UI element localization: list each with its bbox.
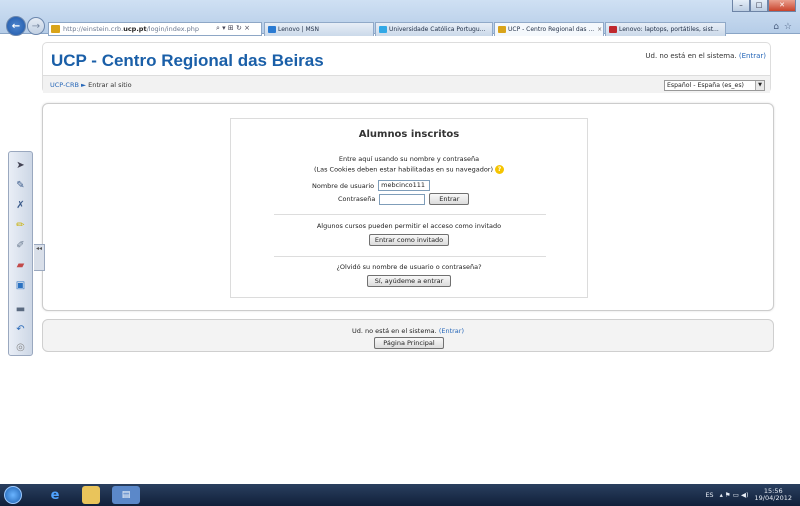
tab-label: Lenovo | MSN [278,26,319,33]
login-intro-line1: Entre aquí usando su nombre y contraseña [338,155,480,163]
tab-lenovo-laptops[interactable]: Lenovo: laptops, portátiles, sist... [605,22,726,36]
breadcrumb-home-link[interactable]: UCP-CRB [50,81,79,89]
help-icon[interactable]: ? [495,165,505,174]
tab-strip: Lenovo | MSN Universidade Católica Portu… [264,22,727,36]
taskbar: e ▤ ES ▴ ⚑ ▭ ◀) 15:56 19/04/2012 [0,484,800,506]
home-icon[interactable]: ⌂ [773,22,779,32]
browser-tools: ⌂ ☆ [773,22,792,32]
login-button[interactable]: Entrar [429,193,470,205]
forward-button[interactable]: → [27,17,45,35]
tab-label: UCP - Centro Regional das ... [508,26,595,33]
language-select[interactable]: Español - España (es_es) ▼ [664,80,765,91]
msn-icon [268,26,276,33]
pen-x-icon[interactable]: ✗ [13,198,28,213]
tab-label: Universidade Católica Portugu... [389,26,486,33]
footer-login-link[interactable]: (Entrar) [439,327,464,335]
password-row: Contraseña Entrar [338,193,470,205]
ucp-icon [379,26,387,33]
site-title[interactable]: UCP - Centro Regional das Beiras [51,51,324,71]
line-icon[interactable]: ▬ [13,302,28,317]
footer-login-info: Ud. no está en el sistema. (Entrar) [43,327,773,335]
maximize-button[interactable]: □ [750,0,768,12]
url-domain: ucp.pt [123,25,147,33]
ie-icon[interactable]: e [41,486,69,504]
highlighter-icon[interactable]: ✏ [13,218,28,233]
moodle-icon [498,26,506,33]
breadcrumb-current: Entrar al sitio [88,81,132,89]
tab-close-icon[interactable]: × [597,23,602,36]
not-logged-text: Ud. no está en el sistema. [645,52,737,60]
eraser-icon[interactable]: ▰ [13,258,28,273]
login-intro-line2: (Las Cookies deben estar habilitadas en … [231,165,587,174]
pen-toolbar-handle[interactable]: ◂◂ [34,244,45,271]
window-controls: – □ ✕ [732,0,796,12]
cursor-icon[interactable]: ➤ [13,158,28,173]
browser-toolbar: – □ ✕ ← → http://einstein.crb. ucp.pt/log… [0,0,800,36]
language-indicator[interactable]: ES [705,491,713,499]
login-title: Alumnos inscritos [358,129,460,140]
guest-text: Algunos cursos pueden permitir el acceso… [316,222,502,230]
chevron-down-icon[interactable]: ▼ [755,81,764,90]
username-field[interactable]: mebcinco111 [378,180,431,191]
favorites-icon[interactable]: ☆ [784,22,792,32]
divider [274,214,546,215]
username-row: Nombre de usuario mebcinco111 [312,180,431,191]
site-favicon-icon [51,25,60,33]
pen-toolbar: ➤ ✎ ✗ ✏ ✐ ▰ ▣ ▬ ↶ ◎ [8,151,33,356]
system-tray: ES ▴ ⚑ ▭ ◀) 15:56 19/04/2012 [705,488,792,502]
tab-label: Lenovo: laptops, portátiles, sist... [619,26,719,33]
password-field[interactable] [379,193,426,205]
footer-not-logged-text: Ud. no está en el sistema. [352,327,437,335]
page-footer: Ud. no está en el sistema. (Entrar) Pági… [42,319,774,352]
url-path: /login/index.php [146,25,200,33]
login-panel: Alumnos inscritos Entre aquí usando su n… [230,118,588,298]
minimize-button[interactable]: – [732,0,750,12]
address-actions[interactable]: ⌕ ▾ ⊞ ↻ × [216,22,250,34]
forgot-text: ¿Olvidó su nombre de usuario o contraseñ… [336,263,482,271]
login-link[interactable]: (Entrar) [739,52,766,60]
forgot-password-button[interactable]: Sí, ayúdeme a entrar [367,275,451,287]
lenovo-icon [609,26,617,33]
tray-icons[interactable]: ▴ ⚑ ▭ ◀) [720,491,749,499]
tab-ucp-crb[interactable]: UCP - Centro Regional das ... × [494,22,604,36]
presentation-icon[interactable]: ▤ [112,486,140,504]
page-header: UCP - Centro Regional das Beiras Ud. no … [42,42,771,93]
breadcrumb-separator-icon: ► [81,81,87,89]
navbar: UCP-CRB ► Entrar al sitio Español - Espa… [43,75,770,93]
clock[interactable]: 15:56 19/04/2012 [755,488,792,502]
login-info: Ud. no está en el sistema. (Entrar) [645,52,766,60]
back-button[interactable]: ← [6,16,26,36]
explorer-icon[interactable] [82,486,100,504]
tab-ucp-portugal[interactable]: Universidade Católica Portugu... [375,22,493,36]
undo-icon[interactable]: ↶ [13,322,28,337]
cookies-note: (Las Cookies deben estar habilitadas en … [313,165,494,174]
close-button[interactable]: ✕ [768,0,796,12]
settings-icon[interactable]: ◎ [13,340,28,355]
tab-lenovo-msn[interactable]: Lenovo | MSN [264,22,374,36]
language-selected: Español - España (es_es) [667,82,744,89]
clock-date: 19/04/2012 [754,494,792,502]
username-label: Nombre de usuario [312,181,375,190]
password-label: Contraseña [338,195,376,203]
guest-login-button[interactable]: Entrar como invitado [369,234,449,246]
pen-icon[interactable]: ✎ [13,178,28,193]
home-page-button[interactable]: Página Principal [374,337,444,349]
breadcrumb: UCP-CRB ► Entrar al sitio [50,81,132,89]
start-button[interactable] [4,486,22,504]
url-prefix: http://einstein.crb. [63,25,124,33]
page-icon[interactable]: ▣ [13,278,28,293]
divider [274,256,546,257]
marker-icon[interactable]: ✐ [13,238,28,253]
